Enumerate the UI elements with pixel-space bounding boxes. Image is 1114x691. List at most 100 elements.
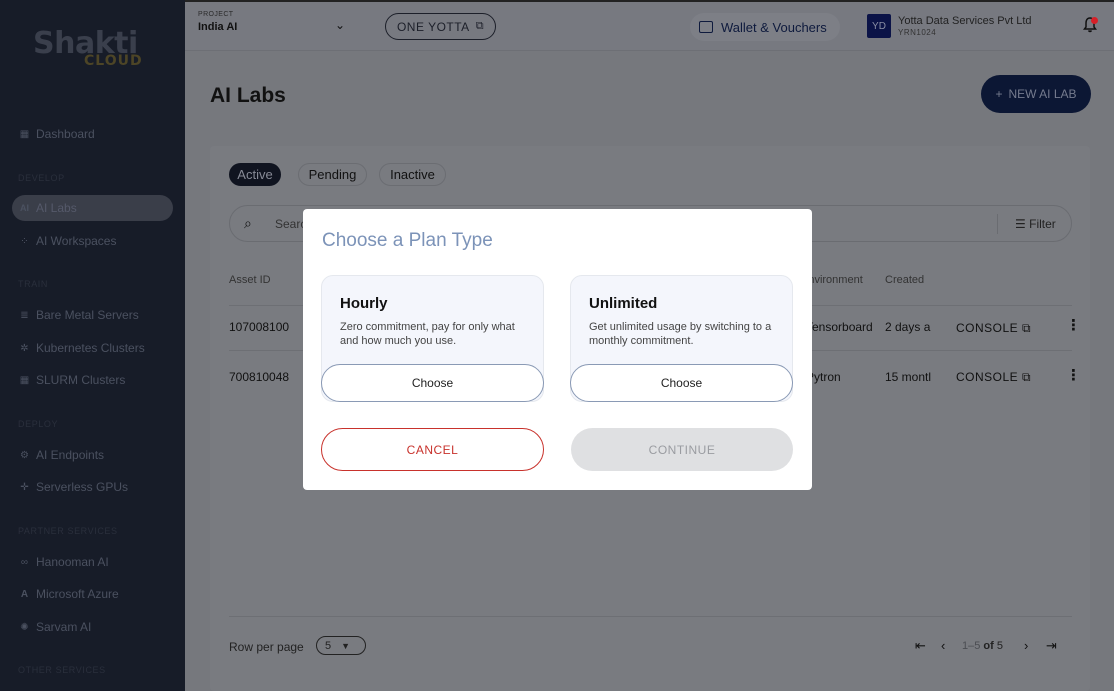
sidebar-item-serverless-gpus[interactable]: ✛ Serverless GPUs — [12, 474, 173, 500]
wallet-label: Wallet & Vouchers — [721, 19, 827, 35]
plan-description: Zero commitment, pay for only what and h… — [340, 321, 515, 347]
prev-page-icon[interactable]: ‹ — [941, 638, 945, 653]
endpoint-icon: ⚙ — [20, 449, 29, 461]
sidebar-item-sarvam-ai[interactable]: ✺ Sarvam AI — [12, 614, 173, 640]
sidebar-item-hanooman-ai[interactable]: ∞ Hanooman AI — [12, 549, 173, 575]
choose-plan-dialog: Choose a Plan Type Hourly Zero commitmen… — [303, 209, 812, 490]
chevron-down-icon: ⌄ — [335, 18, 346, 32]
external-link-icon: ⧉ — [475, 20, 485, 32]
sidebar-item-label: Hanooman AI — [36, 555, 109, 569]
cancel-button[interactable]: CANCEL — [321, 428, 544, 471]
rows-per-page-label: Row per page — [229, 640, 304, 654]
sidebar-item-kubernetes-clusters[interactable]: ✲ Kubernetes Clusters — [12, 335, 173, 361]
sidebar-item-label: AI Workspaces — [36, 234, 117, 248]
console-label: CONSOLE — [956, 321, 1019, 335]
plan-name: Unlimited — [589, 295, 658, 312]
last-page-icon[interactable]: ⇥ — [1046, 638, 1057, 654]
filter-icon: ☰ — [1015, 217, 1026, 231]
search-icon: ⌕ — [244, 215, 252, 231]
rows-per-page-select[interactable]: 5 ▼ — [316, 636, 366, 655]
column-header-asset-id[interactable]: Asset ID — [229, 274, 271, 286]
sidebar-item-label: Microsoft Azure — [36, 587, 119, 601]
tab-active[interactable]: Active — [229, 163, 281, 186]
section-label: TRAIN — [18, 279, 48, 289]
column-header-created[interactable]: Created — [885, 274, 924, 286]
sidebar-item-ai-labs[interactable]: AI AI Labs — [12, 195, 173, 221]
sidebar-item-label: Bare Metal Servers — [36, 308, 139, 322]
sidebar-item-label: AI Endpoints — [36, 448, 105, 462]
sidebar-item-dashboard[interactable]: ▦ Dashboard — [12, 121, 173, 147]
console-link[interactable]: CONSOLE ⧉ — [956, 370, 1031, 385]
section-label: DEPLOY — [18, 419, 59, 429]
grid-icon: ▦ — [19, 128, 30, 140]
new-ai-lab-label: NEW AI LAB — [1008, 87, 1077, 101]
rows-per-page-value: 5 — [325, 639, 332, 652]
logo-subtext: CLOUD — [84, 53, 143, 69]
console-link[interactable]: CONSOLE ⧉ — [956, 321, 1031, 336]
cell-created: 15 montl — [885, 370, 932, 384]
continue-button[interactable]: CONTINUE — [571, 428, 793, 471]
section-label: PARTNER SERVICES — [18, 526, 118, 536]
sidebar-item-ai-endpoints[interactable]: ⚙ AI Endpoints — [12, 442, 173, 468]
k8s-icon: ✲ — [20, 342, 29, 354]
shakti-cloud-logo[interactable]: Shakti CLOUD — [33, 26, 153, 72]
plan-name: Hourly — [340, 295, 388, 312]
project-label: PROJECT — [198, 11, 234, 18]
more-options-icon[interactable]: ⋮ — [1066, 316, 1081, 334]
wallet-vouchers-button[interactable]: Wallet & Vouchers — [690, 13, 840, 41]
infinity-icon: ∞ — [20, 556, 29, 568]
first-page-icon[interactable]: ⇤ — [915, 638, 926, 654]
filter-label: Filter — [1029, 217, 1056, 231]
external-link-icon: ⧉ — [1022, 321, 1032, 335]
filter-button[interactable]: ☰ Filter — [1015, 217, 1056, 231]
cell-asset-id: 107008100 — [229, 320, 290, 334]
azure-icon: A — [20, 588, 29, 600]
console-label: CONSOLE — [956, 370, 1019, 384]
sidebar-item-label: AI Labs — [36, 201, 77, 215]
pagination-status: 1–5 of 5 — [962, 640, 1003, 652]
plan-description: Get unlimited usage by switching to a mo… — [589, 321, 772, 347]
choose-unlimited-button[interactable]: Choose — [570, 364, 793, 402]
one-yotta-button[interactable]: ONE YOTTA ⧉ — [385, 13, 496, 40]
tab-pending[interactable]: Pending — [298, 163, 367, 186]
avatar: YD — [867, 14, 891, 38]
pagination-total: 5 — [996, 640, 1003, 652]
choose-hourly-button[interactable]: Choose — [321, 364, 544, 402]
sidebar-item-slurm-clusters[interactable]: ▦ SLURM Clusters — [12, 367, 173, 393]
external-link-icon: ⧉ — [1022, 370, 1032, 384]
section-label: DEVELOP — [18, 173, 65, 183]
sidebar-item-label: Sarvam AI — [36, 620, 92, 634]
section-label: OTHER SERVICES — [18, 665, 106, 675]
top-bar: PROJECT India AI ⌄ ONE YOTTA ⧉ Wallet & … — [185, 0, 1114, 51]
divider — [997, 214, 998, 234]
ai-icon: AI — [20, 202, 29, 213]
one-yotta-label: ONE YOTTA — [396, 19, 470, 34]
sidebar-item-ai-workspaces[interactable]: ⁘ AI Workspaces — [12, 228, 173, 254]
slurm-icon: ▦ — [19, 374, 30, 386]
sidebar-item-label: Serverless GPUs — [36, 480, 129, 494]
sidebar-item-label: Dashboard — [36, 127, 95, 141]
sidebar-item-label: SLURM Clusters — [36, 373, 126, 387]
sidebar-item-label: Kubernetes Clusters — [36, 341, 145, 355]
project-value: India AI — [198, 21, 238, 33]
pagination-of: of — [983, 640, 994, 652]
more-options-icon[interactable]: ⋮ — [1066, 366, 1081, 384]
cell-environment: Tensorboard — [806, 320, 873, 334]
nodes-icon: ⁘ — [20, 235, 29, 247]
org-id: YRN1024 — [898, 28, 937, 37]
sidebar-item-bare-metal-servers[interactable]: ≣ Bare Metal Servers — [12, 302, 173, 328]
tab-inactive[interactable]: Inactive — [379, 163, 446, 186]
pagination-range: 1–5 — [962, 640, 981, 652]
next-page-icon[interactable]: › — [1024, 638, 1028, 653]
sarvam-icon: ✺ — [20, 621, 29, 633]
plus-icon: + — [995, 87, 1003, 101]
plus-icon: ✛ — [20, 481, 29, 493]
sidebar-item-microsoft-azure[interactable]: A Microsoft Azure — [12, 581, 173, 607]
page-title: AI Labs — [210, 84, 286, 107]
new-ai-lab-button[interactable]: + NEW AI LAB — [981, 75, 1091, 113]
server-icon: ≣ — [20, 309, 29, 321]
org-name: Yotta Data Services Pvt Ltd — [898, 15, 1032, 27]
wallet-icon — [699, 21, 713, 33]
notification-badge — [1091, 17, 1098, 24]
dialog-title: Choose a Plan Type — [322, 230, 493, 251]
